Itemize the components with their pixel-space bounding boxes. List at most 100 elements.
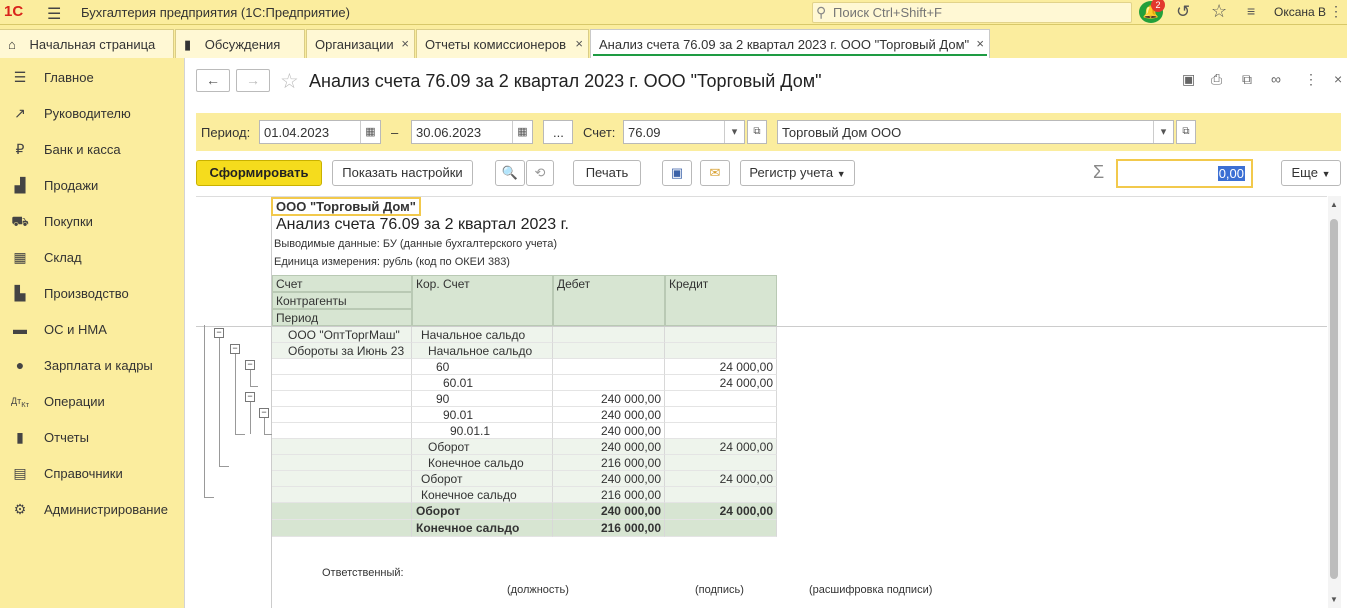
sum-field[interactable]: 0,00 — [1116, 159, 1253, 188]
cell-account — [272, 375, 412, 391]
cell-corr-account: Конечное сальдо — [412, 455, 553, 471]
table-row[interactable]: 90.01.1 240 000,00 — [272, 423, 777, 439]
collapse-group-icon[interactable]: − — [214, 328, 224, 338]
save-icon[interactable]: ▣ — [1182, 71, 1195, 88]
report-sheet[interactable]: ООО "Торговый Дом" Анализ счета 76.09 за… — [196, 196, 1327, 608]
period-select-button[interactable]: ... — [543, 120, 573, 144]
collapse-group-icon[interactable]: − — [245, 360, 255, 370]
table-row[interactable]: Конечное сальдо 216 000,00 — [272, 455, 777, 471]
search-input[interactable] — [833, 5, 1123, 20]
sidebar-item-purchases[interactable]: ⛟ Покупки — [0, 204, 184, 240]
register-dropdown-button[interactable]: Регистр учета ▼ — [740, 160, 855, 186]
table-row[interactable]: ООО "ОптТоргМаш" Начальное сальдо — [272, 327, 777, 343]
sidebar-item-label: Администрирование — [44, 502, 168, 517]
email-icon[interactable]: ✉ — [700, 160, 730, 186]
hamburger-menu-icon[interactable]: ☰ — [47, 4, 61, 24]
favorite-star-icon[interactable]: ☆ — [280, 69, 299, 94]
cell-debit — [553, 327, 665, 343]
account-field[interactable]: 76.09 ▾ — [623, 120, 745, 144]
collapse-group-icon[interactable]: − — [259, 408, 269, 418]
collapse-group-icon[interactable]: − — [245, 392, 255, 402]
sidebar-item-fixed-assets[interactable]: ▬ ОС и НМА — [0, 312, 184, 348]
account-value: 76.09 — [628, 125, 661, 140]
table-row[interactable]: 60 24 000,00 — [272, 359, 777, 375]
tab-commissioner-reports[interactable]: Отчеты комиссионеров × — [416, 29, 589, 58]
scrollbar-thumb[interactable] — [1330, 219, 1338, 579]
open-organization-button[interactable]: ⧉ — [1176, 120, 1196, 144]
print-button[interactable]: Печать — [573, 160, 641, 186]
vertical-scrollbar[interactable]: ▲ ▼ — [1328, 196, 1341, 608]
table-row[interactable]: 90 240 000,00 — [272, 391, 777, 407]
sidebar-item-production[interactable]: ▙ Производство — [0, 276, 184, 312]
tab-discussions[interactable]: ▮ Обсуждения — [175, 29, 305, 58]
table-row[interactable]: 90.01 240 000,00 — [272, 407, 777, 423]
open-account-button[interactable]: ⧉ — [747, 120, 767, 144]
organization-field[interactable]: Торговый Дом ООО ▾ — [777, 120, 1174, 144]
show-settings-button[interactable]: Показать настройки — [332, 160, 473, 186]
forward-button[interactable]: → — [236, 69, 270, 92]
report-org-name[interactable]: ООО "Торговый Дом" — [271, 197, 421, 216]
sidebar-item-sales[interactable]: ▟ Продажи — [0, 168, 184, 204]
chevron-down-icon[interactable]: ▾ — [1153, 121, 1173, 143]
calendar-icon[interactable]: ▦ — [360, 121, 380, 143]
sidebar-item-bank[interactable]: ₽ Банк и касса — [0, 132, 184, 168]
tree-line — [204, 325, 205, 497]
tab-label: Начальная страница — [29, 37, 156, 52]
link-icon[interactable]: ∞ — [1271, 71, 1281, 87]
sidebar-item-operations[interactable]: ДтКт Операции — [0, 384, 184, 420]
app-title: Бухгалтерия предприятия (1С:Предприятие) — [81, 5, 350, 20]
close-icon[interactable]: × — [401, 36, 409, 51]
tab-account-analysis[interactable]: Анализ счета 76.09 за 2 квартал 2023 г. … — [590, 29, 990, 58]
back-button[interactable]: ← — [196, 69, 230, 92]
sidebar-item-label: Склад — [44, 250, 82, 265]
global-search[interactable]: ⚲ — [812, 2, 1132, 23]
more-icon[interactable]: ⋮ — [1304, 71, 1318, 88]
save-icon[interactable]: ▣ — [662, 160, 692, 186]
sidebar-item-main[interactable]: ☰ Главное — [0, 60, 184, 96]
history-icon[interactable]: ↺ — [1176, 2, 1190, 22]
date-to-field[interactable]: 30.06.2023 ▦ — [411, 120, 533, 144]
sidebar-item-directories[interactable]: ▤ Справочники — [0, 456, 184, 492]
sidebar-item-administration[interactable]: ⚙ Администрирование — [0, 492, 184, 528]
print-icon[interactable]: ⎙ — [1211, 71, 1222, 88]
search-cancel-icon[interactable]: ⟲ — [526, 160, 554, 186]
favorites-star-icon[interactable]: ☆ — [1211, 1, 1227, 22]
table-row[interactable]: Оборот 240 000,00 24 000,00 — [272, 439, 777, 455]
user-name[interactable]: Оксана В — [1274, 5, 1326, 19]
total-balance-row[interactable]: Конечное сальдо 216 000,00 — [272, 520, 777, 537]
preview-icon[interactable]: ⧉ — [1242, 71, 1252, 88]
top-bar: 1С ☰ Бухгалтерия предприятия (1С:Предпри… — [0, 0, 1347, 25]
table-row[interactable]: 60.01 24 000,00 — [272, 375, 777, 391]
more-icon[interactable]: ⋮ — [1329, 3, 1343, 20]
more-dropdown-button[interactable]: Еще ▼ — [1281, 160, 1341, 186]
cell-credit — [665, 407, 777, 423]
scroll-up-icon[interactable]: ▲ — [1330, 200, 1338, 209]
tab-home[interactable]: ⌂ Начальная страница — [0, 29, 174, 58]
table-row[interactable]: Обороты за Июнь 23 Начальное сальдо — [272, 343, 777, 359]
close-icon[interactable]: × — [1334, 71, 1342, 87]
close-icon[interactable]: × — [976, 36, 984, 51]
sidebar-item-reports[interactable]: ▮ Отчеты — [0, 420, 184, 456]
total-turnover-row[interactable]: Оборот 240 000,00 24 000,00 — [272, 503, 777, 520]
sidebar-item-label: Справочники — [44, 466, 123, 481]
generate-button[interactable]: Сформировать — [196, 160, 322, 186]
register-label: Регистр учета — [749, 165, 834, 180]
sidebar-item-label: Отчеты — [44, 430, 89, 445]
close-icon[interactable]: × — [575, 36, 583, 51]
collapse-group-icon[interactable]: − — [230, 344, 240, 354]
signature-decode-caption: (расшифровка подписи) — [809, 584, 933, 596]
table-row[interactable]: Оборот 240 000,00 24 000,00 — [272, 471, 777, 487]
sidebar-item-salary[interactable]: ● Зарплата и кадры — [0, 348, 184, 384]
menu-lines-icon[interactable]: ≡ — [1247, 3, 1255, 19]
sidebar-item-warehouse[interactable]: ▦ Склад — [0, 240, 184, 276]
tab-organizations[interactable]: Организации × — [306, 29, 415, 58]
cell-account — [272, 503, 412, 520]
chevron-down-icon[interactable]: ▾ — [724, 121, 744, 143]
scroll-down-icon[interactable]: ▼ — [1330, 595, 1338, 604]
date-from-field[interactable]: 01.04.2023 ▦ — [259, 120, 381, 144]
calendar-icon[interactable]: ▦ — [512, 121, 532, 143]
search-icon[interactable]: 🔍 — [495, 160, 525, 186]
table-row[interactable]: Конечное сальдо 216 000,00 — [272, 487, 777, 503]
sidebar-item-manager[interactable]: ↗ Руководителю — [0, 96, 184, 132]
cell-account — [272, 487, 412, 503]
